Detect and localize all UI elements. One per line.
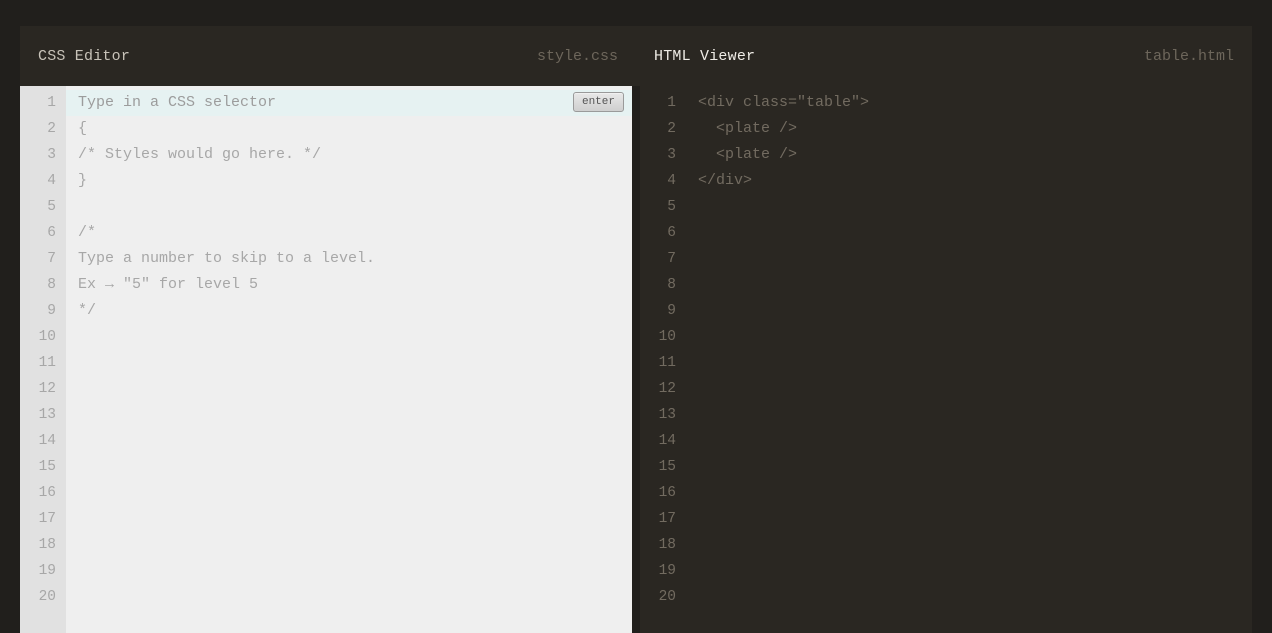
line-number: 17 [39,506,66,532]
css-gutter: 1234567891011121314151617181920 [20,86,66,633]
line-number: 1 [667,90,686,116]
code-line: { [66,116,632,142]
code-line [66,532,632,558]
line-number: 10 [39,324,66,350]
line-number: 14 [39,428,66,454]
line-number: 10 [659,324,686,350]
line-number: 18 [39,532,66,558]
line-number: 3 [667,142,686,168]
line-number: 16 [659,480,686,506]
line-number: 4 [47,168,66,194]
code-line [66,584,632,610]
line-number: 8 [47,272,66,298]
header-row: CSS Editor style.css HTML Viewer table.h… [20,26,1252,86]
code-line: */ [66,298,632,324]
code-line: <plate /> [686,142,1252,168]
html-viewer-header: HTML Viewer table.html [636,26,1252,86]
code-line [66,402,632,428]
line-number: 13 [39,402,66,428]
code-line [686,324,1252,350]
line-number: 14 [659,428,686,454]
line-number: 16 [39,480,66,506]
code-line [686,454,1252,480]
code-line [686,298,1252,324]
code-line [686,246,1252,272]
line-number: 11 [659,350,686,376]
line-number: 13 [659,402,686,428]
line-number: 12 [659,376,686,402]
code-line [686,558,1252,584]
code-line: /* [66,220,632,246]
css-editor-header: CSS Editor style.css [20,26,636,86]
html-gutter: 1234567891011121314151617181920 [640,86,686,633]
code-line: <plate /> [686,116,1252,142]
code-line [66,558,632,584]
code-line [686,480,1252,506]
code-line [66,428,632,454]
code-line [686,428,1252,454]
line-number: 15 [659,454,686,480]
line-number: 5 [47,194,66,220]
code-line: /* Styles would go here. */ [66,142,632,168]
line-number: 6 [667,220,686,246]
code-line [66,194,632,220]
code-line: Type a number to skip to a level. [66,246,632,272]
line-number: 6 [47,220,66,246]
line-number: 2 [47,116,66,142]
line-number: 7 [47,246,66,272]
code-line: } [66,168,632,194]
enter-button[interactable]: enter [573,92,624,112]
css-editor-title: CSS Editor [38,48,130,65]
line-number: 20 [659,584,686,610]
line-number: 9 [667,298,686,324]
line-number: 17 [659,506,686,532]
line-number: 3 [47,142,66,168]
line-number: 5 [667,194,686,220]
line-number: 18 [659,532,686,558]
css-editor-pane[interactable]: 1234567891011121314151617181920 enter Ty… [20,86,632,633]
code-line: Type in a CSS selector [66,90,632,116]
html-code-area: <div class="table"> <plate /> <plate /><… [686,86,1252,633]
html-viewer-filename: table.html [1144,48,1234,65]
code-line [66,376,632,402]
code-line [66,506,632,532]
panes: 1234567891011121314151617181920 enter Ty… [20,86,1252,633]
code-line [686,402,1252,428]
code-line [66,454,632,480]
line-number: 12 [39,376,66,402]
line-number: 7 [667,246,686,272]
code-line [66,324,632,350]
code-line [686,376,1252,402]
code-line [686,506,1252,532]
code-line [686,220,1252,246]
line-number: 20 [39,584,66,610]
html-viewer-title: HTML Viewer [654,48,755,65]
code-line [686,584,1252,610]
code-line [66,480,632,506]
line-number: 11 [39,350,66,376]
workspace: CSS Editor style.css HTML Viewer table.h… [20,26,1252,633]
line-number: 4 [667,168,686,194]
code-line [686,532,1252,558]
line-number: 19 [39,558,66,584]
line-number: 1 [47,90,66,116]
html-viewer-pane: 1234567891011121314151617181920 <div cla… [632,86,1252,633]
code-line: </div> [686,168,1252,194]
line-number: 19 [659,558,686,584]
code-line [686,350,1252,376]
line-number: 9 [47,298,66,324]
line-number: 8 [667,272,686,298]
css-editor-filename: style.css [537,48,618,65]
code-line: <div class="table"> [686,90,1252,116]
code-line [686,194,1252,220]
line-number: 15 [39,454,66,480]
css-code-area[interactable]: enter Type in a CSS selector{/* Styles w… [66,86,632,633]
code-line [686,272,1252,298]
line-number: 2 [667,116,686,142]
code-line: Ex → "5" for level 5 [66,272,632,298]
code-line [66,350,632,376]
